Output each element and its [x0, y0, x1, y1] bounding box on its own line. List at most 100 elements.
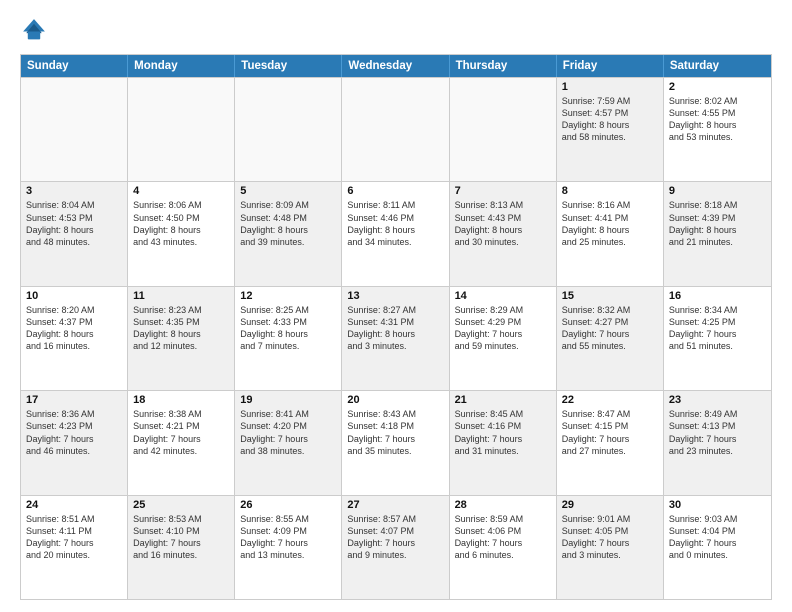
day-info: Sunrise: 8:51 AM Sunset: 4:11 PM Dayligh… — [26, 513, 122, 562]
day-number: 26 — [240, 499, 336, 511]
cal-cell: 9 Sunrise: 8:18 AM Sunset: 4:39 PM Daylig… — [664, 182, 771, 285]
cal-cell: 22 Sunrise: 8:47 AM Sunset: 4:15 PM Dayli… — [557, 391, 664, 494]
day-number: 13 — [347, 290, 443, 302]
day-number: 16 — [669, 290, 766, 302]
day-info: Sunrise: 8:11 AM Sunset: 4:46 PM Dayligh… — [347, 199, 443, 248]
cal-cell — [21, 78, 128, 181]
calendar-body: 1 Sunrise: 7:59 AM Sunset: 4:57 PM Daylig… — [21, 77, 771, 599]
cal-cell: 4Sunrise: 8:06 AM Sunset: 4:50 PM Daylig… — [128, 182, 235, 285]
day-number: 28 — [455, 499, 551, 511]
day-number: 5 — [240, 185, 336, 197]
cal-header-sunday: Sunday — [21, 55, 128, 77]
cal-header-saturday: Saturday — [664, 55, 771, 77]
day-number: 22 — [562, 394, 658, 406]
cal-week-2: 3 Sunrise: 8:04 AM Sunset: 4:53 PM Daylig… — [21, 181, 771, 285]
day-info: Sunrise: 8:13 AM Sunset: 4:43 PM Dayligh… — [455, 199, 551, 248]
day-number: 8 — [562, 185, 658, 197]
day-number: 10 — [26, 290, 122, 302]
day-info: Sunrise: 8:36 AM Sunset: 4:23 PM Dayligh… — [26, 408, 122, 457]
day-info: Sunrise: 9:01 AM Sunset: 4:05 PM Dayligh… — [562, 513, 658, 562]
day-info: Sunrise: 8:29 AM Sunset: 4:29 PM Dayligh… — [455, 304, 551, 353]
day-number: 21 — [455, 394, 551, 406]
cal-cell: 10 Sunrise: 8:20 AM Sunset: 4:37 PM Dayli… — [21, 287, 128, 390]
day-number: 6 — [347, 185, 443, 197]
cal-cell: 24 Sunrise: 8:51 AM Sunset: 4:11 PM Dayli… — [21, 496, 128, 599]
day-info: Sunrise: 8:49 AM Sunset: 4:13 PM Dayligh… — [669, 408, 766, 457]
header — [20, 16, 772, 44]
logo-icon — [20, 16, 48, 44]
day-info: Sunrise: 8:27 AM Sunset: 4:31 PM Dayligh… — [347, 304, 443, 353]
page: SundayMondayTuesdayWednesdayThursdayFrid… — [0, 0, 792, 612]
cal-week-4: 17 Sunrise: 8:36 AM Sunset: 4:23 PM Dayli… — [21, 390, 771, 494]
cal-week-1: 1 Sunrise: 7:59 AM Sunset: 4:57 PM Daylig… — [21, 77, 771, 181]
cal-cell — [128, 78, 235, 181]
day-info: Sunrise: 8:38 AM Sunset: 4:21 PM Dayligh… — [133, 408, 229, 457]
day-info: Sunrise: 8:02 AM Sunset: 4:55 PM Dayligh… — [669, 95, 766, 144]
cal-cell: 17 Sunrise: 8:36 AM Sunset: 4:23 PM Dayli… — [21, 391, 128, 494]
cal-cell: 5 Sunrise: 8:09 AM Sunset: 4:48 PM Daylig… — [235, 182, 342, 285]
cal-header-friday: Friday — [557, 55, 664, 77]
day-info: Sunrise: 8:09 AM Sunset: 4:48 PM Dayligh… — [240, 199, 336, 248]
cal-cell: 7 Sunrise: 8:13 AM Sunset: 4:43 PM Daylig… — [450, 182, 557, 285]
day-number: 3 — [26, 185, 122, 197]
day-number: 24 — [26, 499, 122, 511]
day-number: 20 — [347, 394, 443, 406]
cal-cell: 19 Sunrise: 8:41 AM Sunset: 4:20 PM Dayli… — [235, 391, 342, 494]
day-info: Sunrise: 8:25 AM Sunset: 4:33 PM Dayligh… — [240, 304, 336, 353]
cal-cell: 30 Sunrise: 9:03 AM Sunset: 4:04 PM Dayli… — [664, 496, 771, 599]
cal-cell — [450, 78, 557, 181]
day-info: Sunrise: 8:18 AM Sunset: 4:39 PM Dayligh… — [669, 199, 766, 248]
cal-cell: 11 Sunrise: 8:23 AM Sunset: 4:35 PM Dayli… — [128, 287, 235, 390]
cal-week-5: 24 Sunrise: 8:51 AM Sunset: 4:11 PM Dayli… — [21, 495, 771, 599]
day-info: Sunrise: 8:47 AM Sunset: 4:15 PM Dayligh… — [562, 408, 658, 457]
cal-cell: 6 Sunrise: 8:11 AM Sunset: 4:46 PM Daylig… — [342, 182, 449, 285]
day-number: 29 — [562, 499, 658, 511]
day-info: Sunrise: 9:03 AM Sunset: 4:04 PM Dayligh… — [669, 513, 766, 562]
cal-cell: 18 Sunrise: 8:38 AM Sunset: 4:21 PM Dayli… — [128, 391, 235, 494]
cal-cell: 8 Sunrise: 8:16 AM Sunset: 4:41 PM Daylig… — [557, 182, 664, 285]
day-number: 11 — [133, 290, 229, 302]
cal-cell: 14 Sunrise: 8:29 AM Sunset: 4:29 PM Dayli… — [450, 287, 557, 390]
day-info: Sunrise: 8:59 AM Sunset: 4:06 PM Dayligh… — [455, 513, 551, 562]
day-number: 25 — [133, 499, 229, 511]
cal-header-wednesday: Wednesday — [342, 55, 449, 77]
cal-cell: 16 Sunrise: 8:34 AM Sunset: 4:25 PM Dayli… — [664, 287, 771, 390]
day-info: Sunrise: 8:04 AM Sunset: 4:53 PM Dayligh… — [26, 199, 122, 248]
cal-cell: 29 Sunrise: 9:01 AM Sunset: 4:05 PM Dayli… — [557, 496, 664, 599]
day-number: 30 — [669, 499, 766, 511]
cal-cell: 27Sunrise: 8:57 AM Sunset: 4:07 PM Dayli… — [342, 496, 449, 599]
day-number: 7 — [455, 185, 551, 197]
cal-cell: 23Sunrise: 8:49 AM Sunset: 4:13 PM Dayli… — [664, 391, 771, 494]
day-number: 1 — [562, 81, 658, 93]
day-info: Sunrise: 8:45 AM Sunset: 4:16 PM Dayligh… — [455, 408, 551, 457]
day-number: 19 — [240, 394, 336, 406]
cal-cell: 20 Sunrise: 8:43 AM Sunset: 4:18 PM Dayli… — [342, 391, 449, 494]
cal-cell: 28 Sunrise: 8:59 AM Sunset: 4:06 PM Dayli… — [450, 496, 557, 599]
day-info: Sunrise: 8:41 AM Sunset: 4:20 PM Dayligh… — [240, 408, 336, 457]
logo — [20, 16, 52, 44]
day-number: 12 — [240, 290, 336, 302]
day-info: Sunrise: 7:59 AM Sunset: 4:57 PM Dayligh… — [562, 95, 658, 144]
cal-cell: 25Sunrise: 8:53 AM Sunset: 4:10 PM Dayli… — [128, 496, 235, 599]
calendar: SundayMondayTuesdayWednesdayThursdayFrid… — [20, 54, 772, 600]
day-info: Sunrise: 8:16 AM Sunset: 4:41 PM Dayligh… — [562, 199, 658, 248]
cal-header-monday: Monday — [128, 55, 235, 77]
day-number: 18 — [133, 394, 229, 406]
day-info: Sunrise: 8:20 AM Sunset: 4:37 PM Dayligh… — [26, 304, 122, 353]
day-number: 27 — [347, 499, 443, 511]
cal-header-thursday: Thursday — [450, 55, 557, 77]
cal-cell: 13 Sunrise: 8:27 AM Sunset: 4:31 PM Dayli… — [342, 287, 449, 390]
cal-header-tuesday: Tuesday — [235, 55, 342, 77]
day-info: Sunrise: 8:43 AM Sunset: 4:18 PM Dayligh… — [347, 408, 443, 457]
cal-cell — [235, 78, 342, 181]
day-number: 9 — [669, 185, 766, 197]
day-number: 17 — [26, 394, 122, 406]
day-info: Sunrise: 8:55 AM Sunset: 4:09 PM Dayligh… — [240, 513, 336, 562]
day-number: 2 — [669, 81, 766, 93]
cal-cell — [342, 78, 449, 181]
day-info: Sunrise: 8:06 AM Sunset: 4:50 PM Dayligh… — [133, 199, 229, 248]
day-number: 14 — [455, 290, 551, 302]
cal-cell: 2 Sunrise: 8:02 AM Sunset: 4:55 PM Daylig… — [664, 78, 771, 181]
day-info: Sunrise: 8:23 AM Sunset: 4:35 PM Dayligh… — [133, 304, 229, 353]
day-info: Sunrise: 8:34 AM Sunset: 4:25 PM Dayligh… — [669, 304, 766, 353]
